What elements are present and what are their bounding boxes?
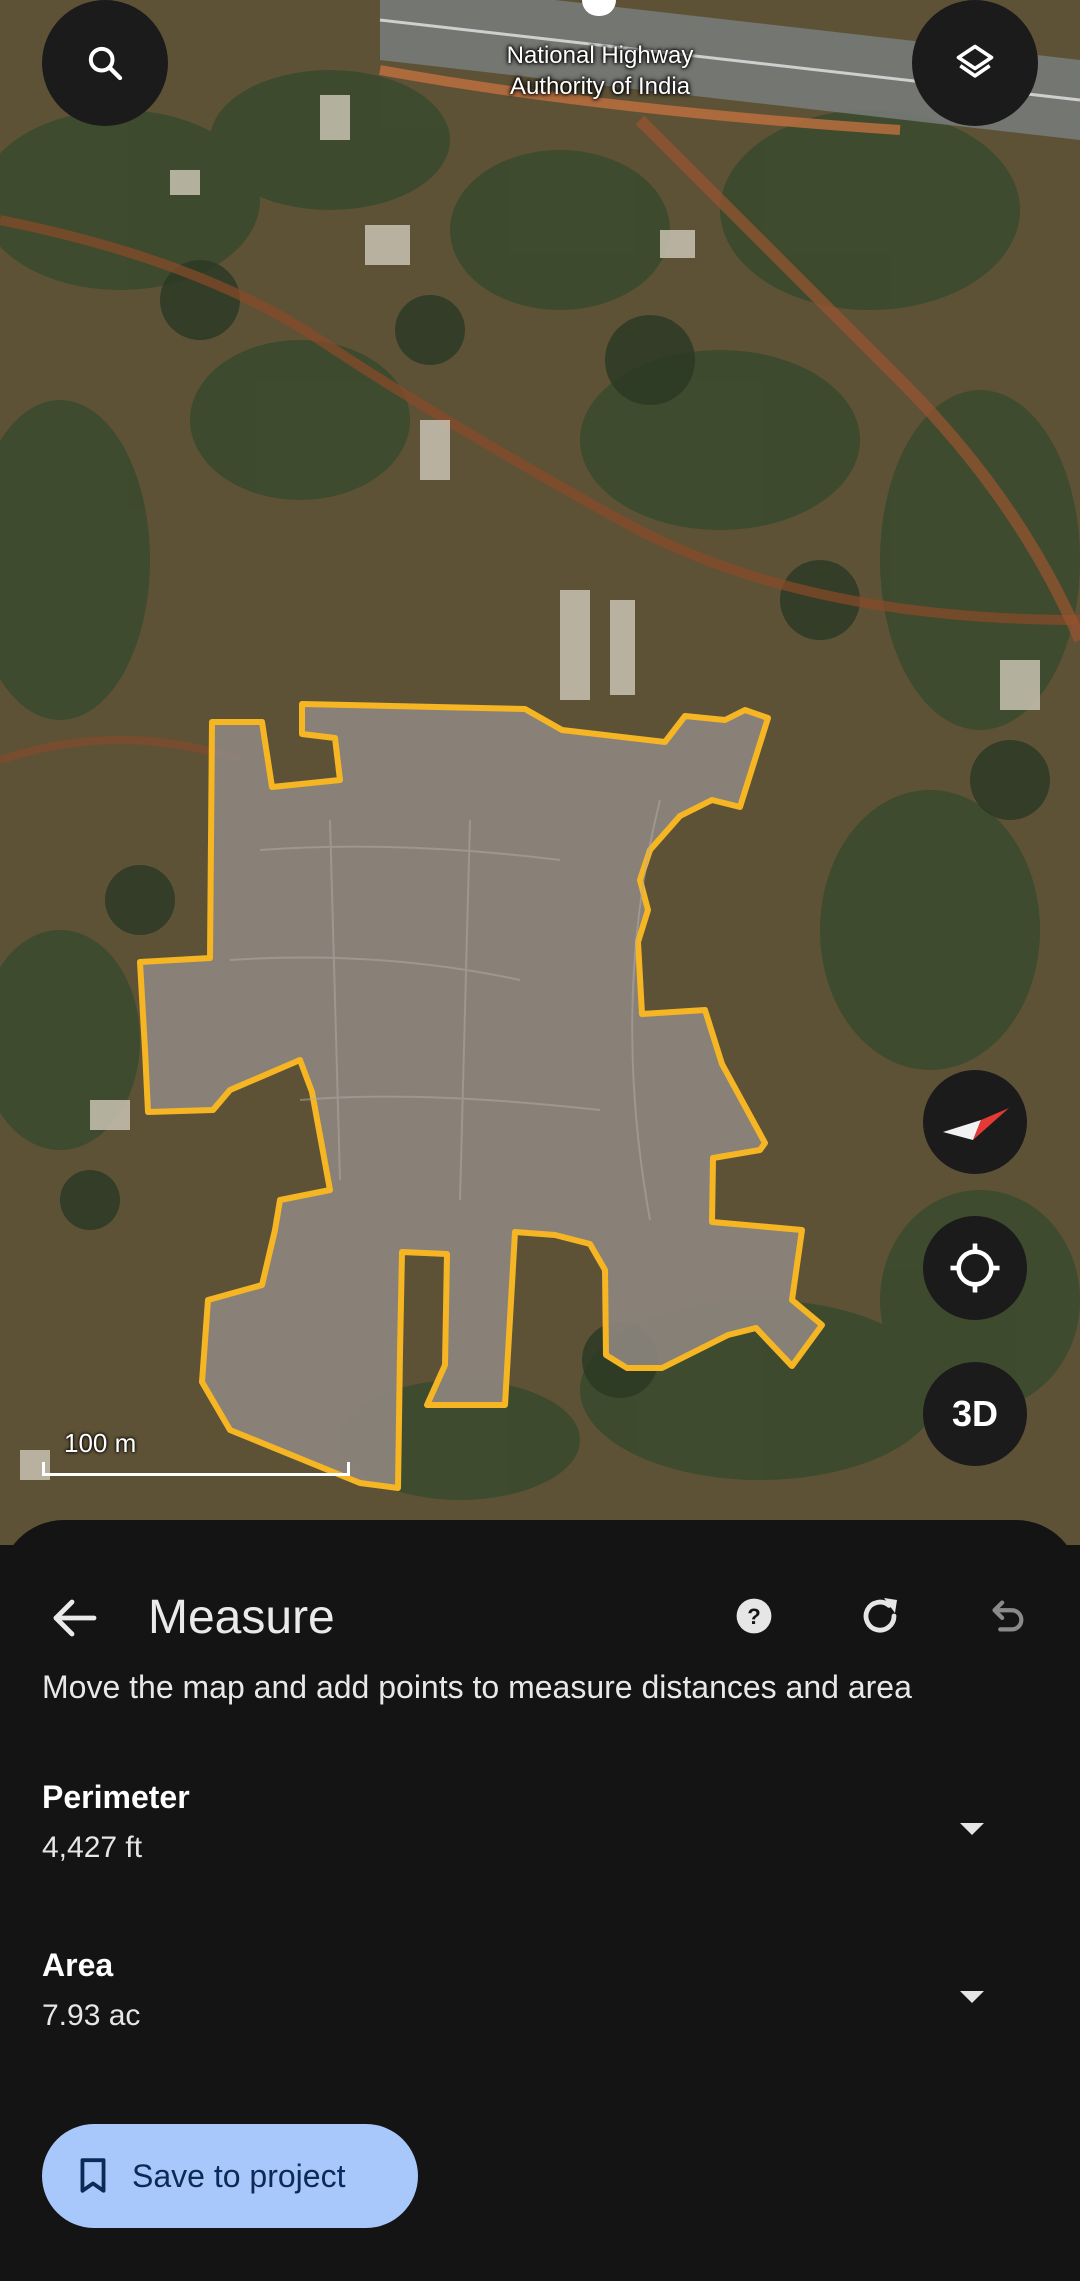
search-icon: [88, 46, 123, 81]
help-icon: ?: [736, 1598, 772, 1634]
perimeter-units-dropdown[interactable]: [942, 1804, 1002, 1854]
perimeter-row[interactable]: Perimeter 4,427 ft: [42, 1776, 1002, 1886]
refresh-icon: [863, 1598, 897, 1633]
undo-button[interactable]: [970, 1580, 1042, 1652]
3d-label: 3D: [951, 1393, 999, 1434]
area-units-dropdown[interactable]: [942, 1972, 1002, 2022]
scale-bar: 100 m: [40, 1428, 352, 1476]
dropdown-arrow-icon: [960, 1823, 984, 1835]
arrow-back-icon: [53, 1599, 97, 1637]
map-place-label[interactable]: National Highway Authority of India: [480, 40, 720, 102]
save-button-label: Save to project: [132, 2157, 346, 2194]
satellite-imagery: [0, 0, 1080, 1545]
search-button[interactable]: [42, 0, 168, 126]
reset-button[interactable]: [844, 1580, 916, 1652]
scale-line: [42, 1462, 350, 1476]
my-location-button[interactable]: [923, 1216, 1027, 1320]
perimeter-value: 4,427 ft: [42, 1831, 143, 1864]
measure-instructions: Move the map and add points to measure d…: [42, 1669, 912, 1705]
perimeter-label: Perimeter: [42, 1779, 190, 1815]
bookmark-icon: [80, 2158, 106, 2193]
satellite-map[interactable]: National Highway Authority of India 3D 1…: [0, 0, 1080, 1545]
scale-label: 100 m: [64, 1428, 137, 1458]
my-location-icon: [950, 1243, 1000, 1293]
back-button[interactable]: [34, 1588, 114, 1648]
undo-icon: [992, 1600, 1024, 1632]
area-value: 7.93 ac: [42, 1999, 141, 2032]
area-label: Area: [42, 1947, 114, 1983]
3d-toggle-button[interactable]: 3D: [923, 1362, 1027, 1466]
layers-button[interactable]: [912, 0, 1038, 126]
save-to-project-button[interactable]: Save to project: [42, 2124, 418, 2228]
page-title: Measure: [148, 1591, 335, 1644]
svg-text:?: ?: [747, 1604, 761, 1629]
help-button[interactable]: ?: [718, 1580, 790, 1652]
compass-icon: [943, 1108, 1009, 1140]
dropdown-arrow-icon: [960, 1991, 984, 2003]
compass-button[interactable]: [923, 1070, 1027, 1174]
layers-icon: [956, 44, 994, 78]
area-row[interactable]: Area 7.93 ac: [42, 1944, 1002, 2054]
sheet-header: Measure ?: [0, 1574, 1080, 1658]
measure-sheet: Measure ? Move the map and add points to…: [0, 1520, 1080, 2281]
